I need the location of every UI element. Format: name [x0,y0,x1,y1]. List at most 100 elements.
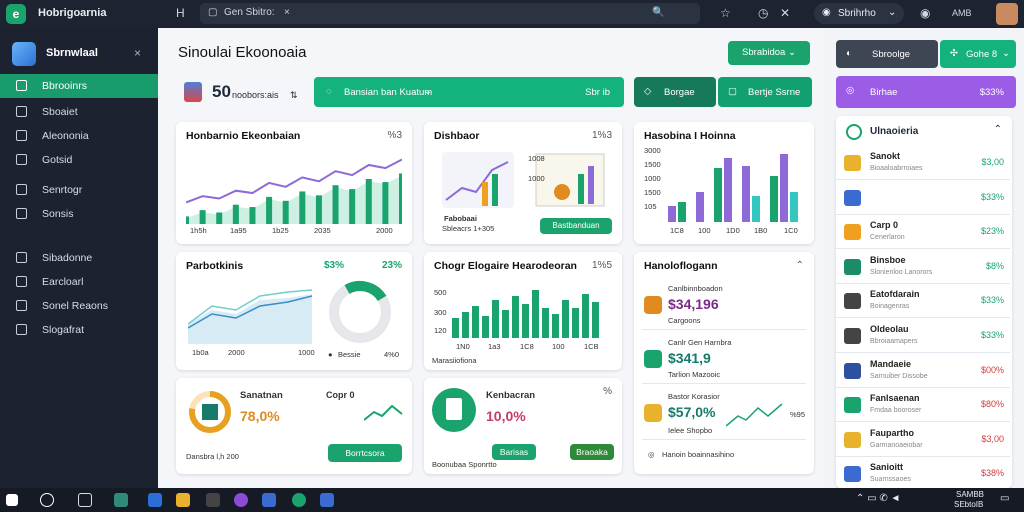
list-item[interactable]: Eatofdarain Boinagenras $33% [836,284,1010,319]
filter-bar[interactable]: ◌ Bansian ban Kuatum ⌄ Sbr ib [314,77,624,107]
chevron-down-icon: ⌄ [888,7,897,18]
card-title: Dishbaor [434,130,480,142]
pct-2: 23% [382,260,403,271]
action-button-1[interactable]: ◇ Borgae [634,77,716,107]
list-item-title: Fanlsaenan [870,393,920,404]
document-icon [432,388,476,432]
bar [282,200,289,224]
sidebar-item-8[interactable]: Earcloarl [0,270,158,294]
right-button-2[interactable]: ✣ Gohe 8 ⌄ [940,40,1016,68]
card-menu-icon[interactable]: 1%5 [592,260,612,271]
area-chart [188,289,312,344]
kpi-item-3[interactable]: Bastor Korasior $57,0% Ielee Shopbo %95 [642,388,806,440]
card-menu-icon[interactable]: %3 [388,130,402,141]
task-view-icon[interactable] [78,493,92,507]
chevron-down-icon: ⌄ [424,86,432,97]
list-item[interactable]: Fanlsaenan Fmdaa booroser $80% [836,388,1010,423]
list-item[interactable]: Faupartho Garmanoaeiobar $3,00 [836,423,1010,457]
collapse-icon[interactable]: ⌃ [994,124,1002,135]
search-icon[interactable] [40,493,54,507]
purple-card[interactable]: ◎ Birhae $33% [836,76,1016,108]
clock-icon[interactable]: ◷ [758,6,768,20]
metric-arrow-icon[interactable]: ⇅ [290,90,298,101]
list-item-title: Mandaeie [870,358,912,369]
list-item[interactable]: Oldeolau Bbroiaamapers $33% [836,319,1010,353]
close-sidebar-icon[interactable]: × [134,46,141,60]
sidebar-item-6[interactable]: Sonsis [0,202,158,226]
list-item[interactable]: Carp 0 Cenerlaron $23% [836,215,1010,250]
split-icon[interactable]: H [176,6,185,20]
sidebar-item-3[interactable]: Aleononia [0,124,158,148]
sidebar-item-5[interactable]: Senrtogr [0,178,158,202]
sidebar-item-4[interactable]: Gotsid [0,148,158,172]
legend-dot: ● [328,350,333,359]
tools-icon[interactable]: ✕ [780,6,790,20]
card-menu-icon[interactable]: % [603,386,612,397]
sidebar-item-2[interactable]: Sboaiet [0,100,158,124]
app-title: Hobrigoarnia [38,7,107,19]
app-icon[interactable] [148,493,162,507]
app-icon[interactable] [292,493,306,507]
sidebar-item-10[interactable]: Slogafrat [0,318,158,342]
list-item-icon [844,155,861,171]
kpi-item-1[interactable]: Canlbinnboadon $34,196 Cargoons [642,280,806,330]
explorer-icon[interactable] [114,493,128,507]
expand-icon[interactable]: ⌃ [796,260,804,271]
list-item-icon [844,466,861,483]
x-tick: 1D0 [726,226,740,235]
search-icon[interactable]: 🔍 [652,7,664,18]
header-dropdown[interactable]: Sbrabidoa ⌄ [728,41,810,65]
list-item[interactable]: Sanioitt Suarnssaoes $38% [836,457,1010,492]
filter-icon: ◌ [326,86,332,97]
card-button-2[interactable]: Braoaka [570,444,614,460]
list-item-title: Carp 0 [870,220,899,231]
sidebar-item-dashboard[interactable]: Bbrooinrs [0,74,158,98]
kpi-sub: Tarlion Mazooic [668,370,721,379]
card-title: Hasobina I Hoinna [644,130,736,142]
x-tick: 1b0a [192,348,209,357]
list-item[interactable]: Mandaeie Sarnuiber Dissobe $00% [836,354,1010,388]
kpi-item-2[interactable]: Canlr Gen Harnbra $341,9 Tarlion Mazooic [642,334,806,384]
list-item-icon [844,189,861,206]
x-tick: 1C0 [784,226,798,235]
card-menu-icon[interactable]: 1%3 [592,130,612,141]
card-button[interactable]: Borrtcsora [328,444,402,462]
right-button-1[interactable]: ◐ Sbroolge [836,40,938,68]
app-icon[interactable] [262,493,276,507]
search-bar[interactable]: ▢ Gen Sbitro: × 🔍 [200,3,700,24]
search-input[interactable]: Gen Sbitro: [224,7,275,18]
account-dropdown[interactable]: ◉ Sbrihrho ⌄ [814,3,904,24]
sidebar-item-7[interactable]: Sibadonne [0,246,158,270]
tray-icons[interactable]: ⌃ ▭ ✆ ◄ [856,493,900,504]
star-icon[interactable]: ☆ [720,6,731,20]
sidebar-item-9[interactable]: Sonel Reaons [0,294,158,318]
app-icon[interactable] [234,493,248,507]
report-icon [16,276,27,287]
list-item-icon [844,328,861,344]
card-footer[interactable]: Hanoin boainnasihino [662,450,734,459]
kpi-icon [644,404,662,422]
list-item[interactable]: Binsboe Slonienloo Lanorors $8% [836,250,1010,284]
bar [232,204,239,224]
list-item[interactable]: $33% [836,181,1010,215]
card-button[interactable]: Bastbanduan [540,218,612,234]
notification-icon[interactable]: ▭ [1000,493,1009,504]
panel-icon [846,124,862,140]
avatar[interactable] [996,3,1018,25]
y-tick: 1000 [644,174,661,183]
close-tab-icon[interactable]: × [284,7,290,18]
action-button-2[interactable]: ▢ Bertje Ssrne [718,77,812,107]
x-tick: 1a3 [488,342,501,351]
card-button-1[interactable]: Barisas [492,444,536,460]
tag-icon: ◇ [644,86,652,97]
bar [186,216,189,224]
app-icon[interactable] [320,493,334,507]
list-item[interactable]: Sanokt Bioaaloabrroiaes $3,00 [836,146,1010,180]
card-bar-chart: Hasobina I Hoinna 3000 1500 1000 1500 10… [634,122,814,244]
x-tick: 2000 [376,226,393,235]
calculator-icon[interactable] [206,493,220,507]
y-tick: 1500 [644,160,661,169]
notification-icon[interactable]: ◉ [920,6,930,20]
start-icon[interactable] [6,494,18,506]
folder-icon[interactable] [176,493,190,507]
